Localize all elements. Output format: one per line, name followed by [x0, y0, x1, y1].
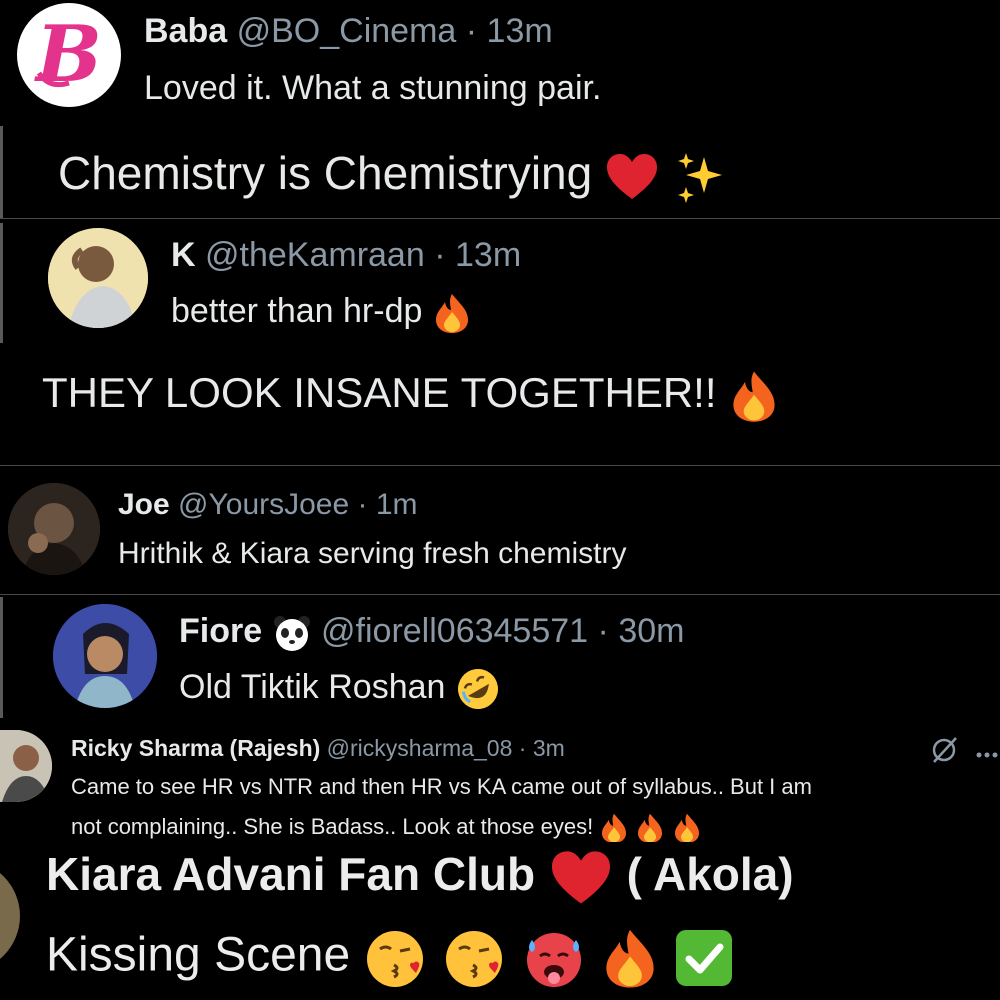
- thread-line: [0, 597, 3, 718]
- text-content: Kissing Scene: [46, 928, 351, 982]
- author-name[interactable]: Joe: [118, 488, 170, 521]
- avatar-fiore[interactable]: [53, 604, 157, 708]
- avatar-kamraan[interactable]: [48, 228, 148, 328]
- separator: ·: [597, 612, 609, 650]
- kiss-icon: [443, 927, 509, 989]
- separator: ·: [434, 236, 446, 274]
- avatar-fanclub[interactable]: [0, 860, 20, 972]
- separator: ·: [518, 735, 527, 761]
- avatar-baba[interactable]: B: [17, 3, 121, 107]
- tweet-text-line2: not complaining.. She is Badass.. Look a…: [71, 812, 702, 842]
- thread-line: [0, 223, 3, 343]
- author-handle[interactable]: @rickysharma_08: [327, 735, 513, 761]
- tweet-text: better than hr-dp: [171, 292, 472, 334]
- tweet-meta: Fiore @fiorell06345571 · 30m: [179, 612, 684, 652]
- tweet-card-fiore[interactable]: Fiore @fiorell06345571 · 30m Old Tiktik …: [0, 595, 1000, 718]
- timestamp[interactable]: 3m: [533, 735, 565, 761]
- check-icon: [673, 927, 735, 989]
- tweet-card-joe[interactable]: Joe @YoursJoee · 1m Hrithik & Kiara serv…: [0, 466, 1000, 594]
- separator: ·: [465, 12, 478, 50]
- tweet-text: Loved it. What a stunning pair.: [144, 69, 602, 107]
- fanclub-title: Kiara Advani Fan Club ( Akola): [46, 847, 794, 907]
- svg-text:B: B: [34, 9, 102, 100]
- tweet-card-ricky[interactable]: Ricky Sharma (Rajesh) @rickysharma_08 · …: [0, 718, 1000, 842]
- text-content: not complaining.. She is Badass.. Look a…: [71, 813, 594, 839]
- timestamp[interactable]: 30m: [618, 612, 684, 650]
- fire-icon: [600, 927, 660, 989]
- baba-logo-icon: B: [34, 9, 102, 100]
- video-caption: Chemistry is Chemistrying: [58, 146, 728, 205]
- tweet-text-line1: Came to see HR vs NTR and then HR vs KA …: [71, 774, 812, 799]
- tweet-meta: Joe @YoursJoee · 1m: [118, 488, 418, 522]
- kiss-icon: [364, 927, 430, 989]
- tweet-card-fanclub[interactable]: Kiara Advani Fan Club ( Akola) Kissing S…: [0, 842, 1000, 1000]
- author-handle[interactable]: @fiorell06345571: [321, 612, 588, 650]
- author-handle[interactable]: @YoursJoee: [178, 488, 349, 521]
- fire-icon: [635, 812, 665, 842]
- tweet-text: Kissing Scene: [46, 926, 735, 990]
- hot-face-icon: [522, 926, 586, 990]
- author-handle[interactable]: @BO_Cinema: [237, 12, 457, 50]
- title-suffix: ( Akola): [626, 848, 794, 900]
- tweet-text: Old Tiktik Roshan: [179, 666, 501, 712]
- panda-icon: [272, 614, 312, 652]
- separator: ·: [357, 488, 368, 521]
- caption-text: Chemistry is Chemistrying: [58, 147, 593, 199]
- author-name[interactable]: Baba: [144, 12, 227, 50]
- rofl-icon: [455, 666, 501, 712]
- timestamp[interactable]: 13m: [487, 12, 553, 50]
- tweet-meta: Baba @BO_Cinema · 13m: [144, 12, 553, 51]
- grok-icon[interactable]: [930, 734, 960, 769]
- text-content: better than hr-dp: [171, 292, 423, 330]
- author-name[interactable]: Kiara Advani Fan Club: [46, 848, 535, 900]
- video-caption: THEY LOOK INSANE TOGETHER!!: [42, 369, 780, 423]
- author-name[interactable]: K: [171, 236, 196, 274]
- fire-icon: [599, 812, 629, 842]
- author-handle[interactable]: @theKamraan: [205, 236, 425, 274]
- author-name[interactable]: Fiore: [179, 612, 262, 650]
- tweet-meta: K @theKamraan · 13m: [171, 236, 521, 275]
- timestamp[interactable]: 1m: [376, 488, 418, 521]
- tweet-card-kamraan[interactable]: K @theKamraan · 13m better than hr-dp TH…: [0, 219, 1000, 465]
- tweet-card-baba[interactable]: B Baba @BO_Cinema · 13m Loved it. What a…: [0, 0, 1000, 218]
- fire-icon: [432, 292, 472, 334]
- text-content: Old Tiktik Roshan: [179, 667, 446, 706]
- avatar-ricky[interactable]: [0, 730, 52, 802]
- caption-text: THEY LOOK INSANE TOGETHER!!: [42, 369, 717, 417]
- sparkles-icon: [672, 149, 728, 205]
- tweet-text: Hrithik & Kiara serving fresh chemistry: [118, 537, 627, 570]
- timestamp[interactable]: 13m: [455, 236, 521, 274]
- avatar-joe[interactable]: [8, 483, 100, 575]
- more-icon[interactable]: [975, 746, 999, 764]
- author-name[interactable]: Ricky Sharma (Rajesh): [71, 735, 320, 761]
- thread-line: [0, 126, 3, 218]
- fire-icon: [728, 369, 780, 423]
- heart-icon: [548, 849, 614, 907]
- heart-icon: [605, 152, 659, 202]
- tweet-meta: Ricky Sharma (Rajesh) @rickysharma_08 · …: [71, 735, 565, 762]
- fire-icon: [672, 812, 702, 842]
